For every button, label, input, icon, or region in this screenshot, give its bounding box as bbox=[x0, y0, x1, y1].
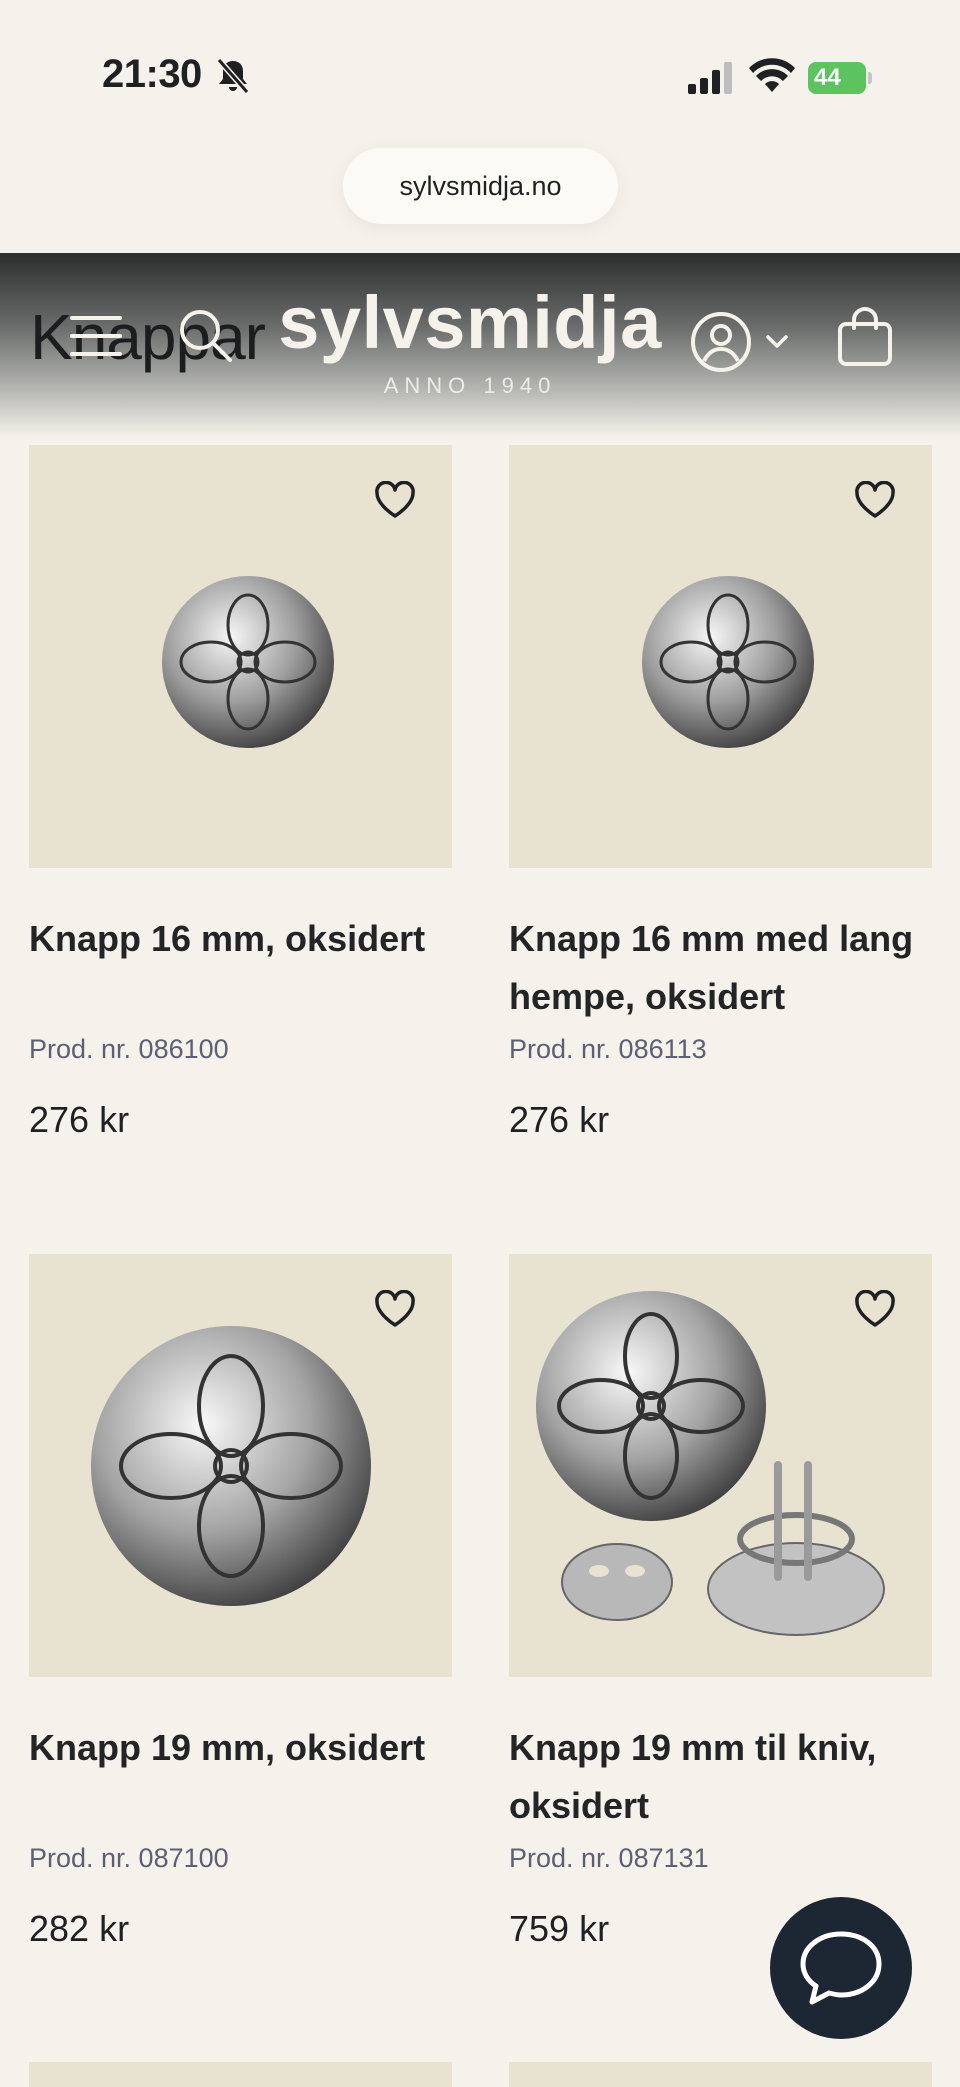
product-number: Prod. nr. 086100 bbox=[29, 1034, 229, 1064]
product-name[interactable]: Knapp 16 mm med lang hempe, oksidert bbox=[509, 910, 932, 1026]
wifi-icon bbox=[749, 58, 795, 92]
chevron-down-icon[interactable] bbox=[765, 332, 789, 350]
status-bar: 21:30 44 bbox=[0, 0, 960, 150]
product-card[interactable]: Knapp 19 mm, oksidert Prod. nr. 087100 2… bbox=[29, 1254, 452, 1950]
knife-fastener-image bbox=[707, 1461, 885, 1636]
heart-icon[interactable] bbox=[374, 481, 416, 519]
chat-button[interactable] bbox=[770, 1897, 912, 2039]
product-image[interactable] bbox=[29, 2062, 452, 2087]
chat-icon bbox=[800, 1931, 882, 2005]
product-name[interactable]: Knapp 19 mm til kniv, oksidert bbox=[509, 1719, 932, 1835]
menu-icon[interactable] bbox=[70, 312, 122, 360]
battery-level: 44 bbox=[808, 62, 866, 94]
product-image[interactable] bbox=[509, 445, 932, 868]
backplate-image bbox=[561, 1543, 673, 1621]
battery-tip bbox=[868, 72, 872, 84]
product-image[interactable] bbox=[29, 445, 452, 868]
product-image[interactable] bbox=[29, 1254, 452, 1677]
product-price: 276 kr bbox=[29, 1099, 130, 1140]
heart-icon[interactable] bbox=[854, 481, 896, 519]
product-number: Prod. nr. 087100 bbox=[29, 1843, 229, 1873]
bell-off-icon bbox=[216, 58, 250, 94]
product-card[interactable]: Knapp 16 mm, oksidert Prod. nr. 086100 2… bbox=[29, 445, 452, 1141]
silver-button-image bbox=[162, 576, 334, 748]
product-image[interactable] bbox=[509, 1254, 932, 1677]
site-logo-tagline: ANNO 1940 bbox=[383, 373, 557, 398]
status-time: 21:30 bbox=[102, 52, 202, 96]
product-number: Prod. nr. 087131 bbox=[509, 1843, 709, 1873]
search-icon[interactable] bbox=[178, 308, 232, 362]
product-card[interactable]: Knapp 19 mm til kniv, oksidert Prod. nr.… bbox=[509, 1254, 932, 1950]
product-card[interactable]: Knapp 16 mm med lang hempe, oksidert Pro… bbox=[509, 445, 932, 1141]
battery-icon: 44 bbox=[808, 62, 872, 94]
product-number: Prod. nr. 086113 bbox=[509, 1034, 707, 1064]
cellular-signal-icon bbox=[688, 62, 732, 94]
shopping-bag-icon[interactable] bbox=[836, 306, 894, 368]
product-image[interactable] bbox=[509, 2062, 932, 2087]
heart-icon[interactable] bbox=[854, 1290, 896, 1328]
site-logo[interactable]: sylvsmidja bbox=[270, 280, 670, 365]
page: 21:30 44 sylvsmidja.no Knappar sylvsmidj… bbox=[0, 0, 960, 2087]
silver-button-image bbox=[642, 576, 814, 748]
product-price: 276 kr bbox=[509, 1099, 610, 1140]
url-bar[interactable]: sylvsmidja.no bbox=[343, 148, 618, 224]
silver-button-image bbox=[91, 1326, 371, 1606]
product-name[interactable]: Knapp 16 mm, oksidert bbox=[29, 910, 452, 1026]
product-name[interactable]: Knapp 19 mm, oksidert bbox=[29, 1719, 452, 1835]
heart-icon[interactable] bbox=[374, 1290, 416, 1328]
product-price: 282 kr bbox=[29, 1908, 130, 1949]
account-icon[interactable] bbox=[690, 311, 752, 373]
